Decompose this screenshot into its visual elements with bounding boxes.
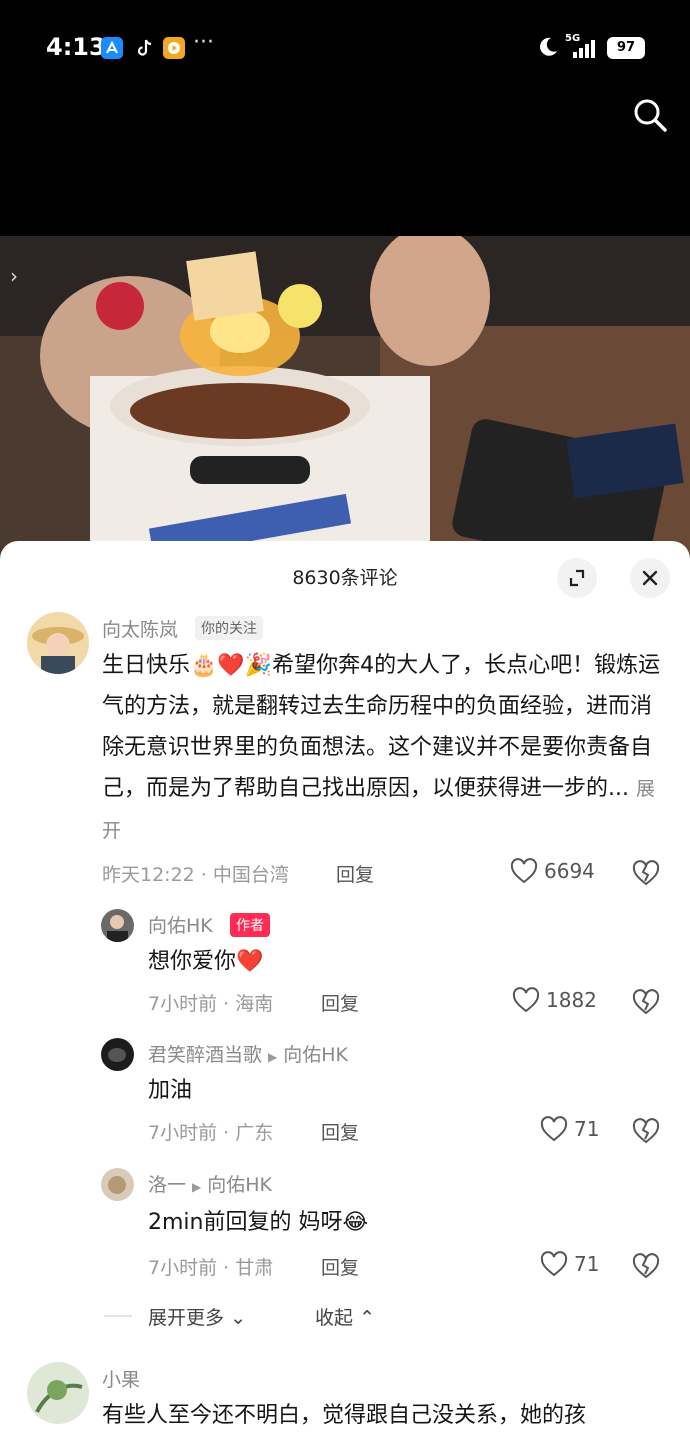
like-button[interactable]: 71	[540, 1116, 599, 1142]
moon-icon	[540, 37, 557, 56]
search-icon[interactable]	[630, 95, 670, 135]
collapse-label: 收起	[315, 1307, 354, 1329]
comment-meta: 昨天12:22 · 中国台湾	[102, 864, 289, 886]
reply-text: 2min前回复的 妈呀😂	[148, 1210, 369, 1235]
status-time: 4:13	[46, 33, 106, 61]
video-app-icon	[163, 37, 185, 59]
like-button[interactable]: 71	[540, 1251, 599, 1277]
tiktok-icon	[134, 37, 156, 59]
reply-button[interactable]: 回复	[321, 989, 359, 1016]
reply-author-name[interactable]: 洛一	[148, 1174, 186, 1196]
fullscreen-button[interactable]	[557, 558, 597, 598]
reply-meta: 7小时前 · 甘肃	[148, 1257, 274, 1279]
reply-author-name[interactable]: 君笑醉酒当歌	[148, 1044, 262, 1066]
comment-text: 有些人至今还不明白，觉得跟自己没关系，她的孩	[102, 1403, 587, 1428]
like-count: 71	[574, 1117, 600, 1141]
like-count: 6694	[544, 859, 595, 883]
reply-arrow-icon: ▶	[268, 1050, 278, 1064]
reply-meta: 7小时前 · 海南	[148, 993, 274, 1015]
comment-username[interactable]: 小果	[102, 1365, 140, 1392]
reply-arrow-icon: ▶	[192, 1180, 202, 1194]
like-button[interactable]: 1882	[512, 987, 597, 1013]
comments-panel: 8630条评论 向太陈岚 你的关注 生日快乐🎂❤️🎉希望你奔4的大人了，长点心吧…	[0, 541, 690, 1446]
thread-divider	[104, 1315, 132, 1317]
status-bar: 4:13 ··· 5G 97	[0, 0, 690, 100]
chevron-down-icon: ⌄	[230, 1307, 246, 1329]
reply-meta: 7小时前 · 广东	[148, 1122, 274, 1144]
author-tag: 作者	[230, 913, 270, 937]
chevron-up-icon: ⌃	[359, 1307, 375, 1329]
close-icon	[642, 570, 658, 586]
reply-username[interactable]: 洛一 ▶ 向佑HK	[148, 1170, 272, 1197]
heart-icon	[540, 1251, 568, 1277]
comment-username[interactable]: 向太陈岚	[102, 615, 178, 642]
expand-more-label: 展开更多	[148, 1307, 225, 1329]
more-notifications-icon: ···	[193, 30, 214, 55]
reply-target-name[interactable]: 向佑HK	[283, 1044, 348, 1066]
avatar[interactable]	[101, 1168, 134, 1201]
reply-button[interactable]: 回复	[321, 1253, 359, 1280]
follow-tag: 你的关注	[195, 616, 263, 640]
expand-icon	[569, 569, 585, 587]
comment-text: 生日快乐🎂❤️🎉希望你奔4的大人了，长点心吧！锻炼运气的方法，就是翻转过去生命历…	[102, 645, 662, 852]
like-count: 71	[574, 1252, 600, 1276]
heart-icon	[512, 987, 540, 1013]
reply-text: 想你爱你❤️	[148, 949, 264, 974]
chevron-right-icon[interactable]: ›	[10, 264, 18, 288]
signal-icon	[573, 40, 599, 58]
reply-target-name[interactable]: 向佑HK	[207, 1174, 272, 1196]
battery-indicator: 97	[607, 37, 645, 59]
reply-username[interactable]: 向佑HK	[148, 911, 213, 938]
reply-button[interactable]: 回复	[321, 1118, 359, 1145]
broken-heart-icon[interactable]	[632, 1253, 660, 1279]
avatar[interactable]	[27, 612, 89, 674]
reply-username[interactable]: 君笑醉酒当歌 ▶ 向佑HK	[148, 1040, 348, 1067]
close-button[interactable]	[630, 558, 670, 598]
like-button[interactable]: 6694	[510, 858, 595, 884]
reply-button[interactable]: 回复	[336, 860, 374, 887]
heart-icon	[540, 1116, 568, 1142]
avatar[interactable]	[101, 1038, 134, 1071]
heart-icon	[510, 858, 538, 884]
reply-text: 加油	[148, 1078, 193, 1103]
avatar[interactable]	[101, 909, 134, 942]
comment-body: 生日快乐🎂❤️🎉希望你奔4的大人了，长点心吧！锻炼运气的方法，就是翻转过去生命历…	[102, 653, 661, 801]
collapse-button[interactable]: 收起 ⌃	[315, 1303, 375, 1330]
broken-heart-icon[interactable]	[632, 1118, 660, 1144]
video-frame[interactable]: ›	[0, 236, 690, 556]
expand-more-button[interactable]: 展开更多 ⌄	[148, 1303, 246, 1330]
app-store-icon	[101, 37, 123, 59]
cake-scene-image	[0, 236, 690, 556]
broken-heart-icon[interactable]	[632, 989, 660, 1015]
like-count: 1882	[546, 988, 597, 1012]
avatar[interactable]	[27, 1362, 89, 1424]
broken-heart-icon[interactable]	[632, 860, 660, 886]
